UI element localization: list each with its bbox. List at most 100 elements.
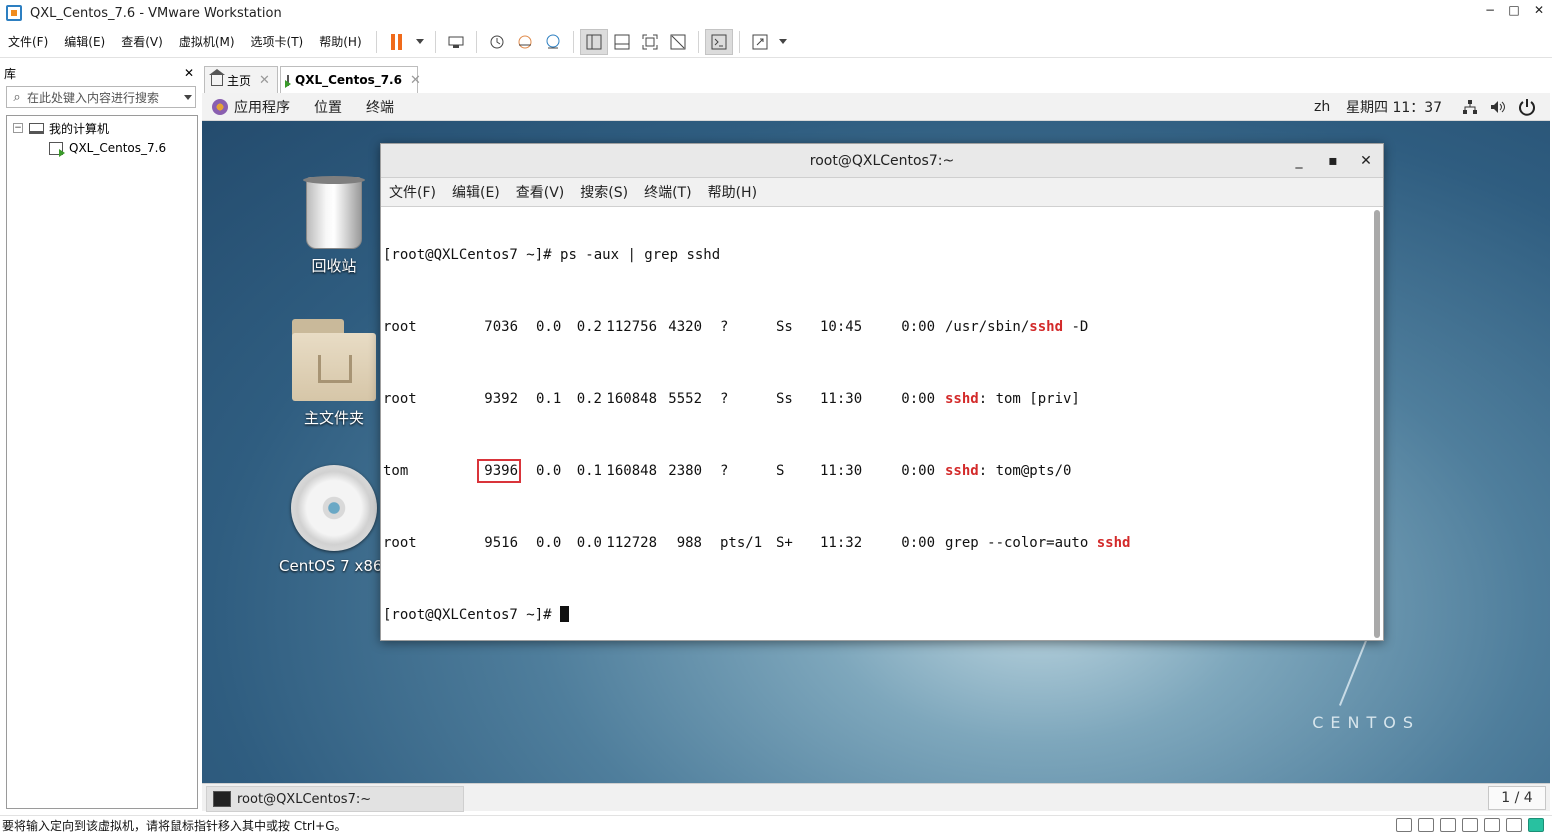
menu-vm[interactable]: 虚拟机(M) [171, 33, 243, 50]
status-bar: 要将输入定向到该虚拟机，请将鼠标指针移入其中或按 Ctrl+G。 [0, 815, 1552, 835]
chevron-down-icon [778, 39, 787, 44]
proc-time: 0:00 [901, 535, 935, 551]
power-dropdown[interactable] [411, 29, 429, 55]
network-adapter-icon[interactable] [1440, 818, 1456, 832]
chevron-down-icon [184, 94, 192, 100]
workspace-switcher[interactable]: 1 / 4 [1488, 786, 1546, 810]
display-icon[interactable] [1506, 818, 1522, 832]
desktop-icon-home-folder[interactable]: 主文件夹 [279, 319, 389, 428]
snapshot-manager-button[interactable] [539, 29, 567, 55]
proc-command-prefix: /usr/sbin/ [945, 319, 1030, 335]
gnome-applications-menu[interactable]: 应用程序 [234, 97, 290, 117]
proc-start: 11:30 [820, 463, 863, 479]
fullscreen-icon [642, 34, 658, 49]
toolbar-divider [475, 30, 477, 53]
proc-command-suffix: -D [1063, 319, 1089, 335]
grep-match: sshd [945, 391, 979, 407]
pause-button[interactable] [383, 29, 411, 55]
cdrom-icon[interactable] [1418, 818, 1434, 832]
tab-close-icon[interactable]: ✕ [259, 73, 270, 88]
menu-tabs[interactable]: 选项卡(T) [243, 33, 312, 50]
terminal-window[interactable]: root@QXLCentos7:~ _ ▪ ✕ 文件(F) 编辑(E) 查看(V… [380, 143, 1384, 641]
terminal-close-button[interactable]: ✕ [1354, 144, 1378, 178]
terminal-menu-file[interactable]: 文件(F) [381, 182, 444, 202]
console-view-button[interactable] [704, 28, 733, 55]
grep-match: sshd [1096, 535, 1131, 551]
proc-vsz: 160848 [606, 391, 657, 407]
desktop-icon-trash[interactable]: 回收站 [279, 176, 389, 276]
terminal-title-bar[interactable]: root@QXLCentos7:~ _ ▪ ✕ [381, 144, 1383, 178]
terminal-menu-view[interactable]: 查看(V) [508, 182, 573, 202]
gnome-terminal-menu[interactable]: 终端 [366, 97, 394, 117]
stretch-dropdown[interactable] [774, 29, 792, 55]
tree-item-label: QXL_Centos_7.6 [69, 141, 167, 155]
window-title: QXL_Centos_7.6 - VMware Workstation [30, 5, 282, 21]
library-search-field[interactable]: ⌕ 在此处键入内容进行搜索 [6, 86, 196, 108]
menu-file[interactable]: 文件(F) [0, 33, 56, 50]
proc-mem: 0.2 [576, 391, 602, 407]
gnome-places-menu[interactable]: 位置 [314, 97, 342, 117]
tab-strip: 主页 ✕ QXL_Centos_7.6 ✕ [204, 66, 421, 93]
computer-icon [29, 122, 44, 134]
proc-stat: S [776, 463, 785, 479]
revert-snapshot-button[interactable] [511, 29, 539, 55]
proc-cpu: 0.0 [536, 463, 562, 479]
minimize-button[interactable]: − [1478, 3, 1502, 17]
power-icon[interactable] [1518, 98, 1536, 116]
show-library-button[interactable] [579, 28, 608, 55]
device-status-icons [1396, 818, 1544, 832]
proc-stat: Ss [776, 319, 793, 335]
maximize-button[interactable]: □ [1502, 3, 1526, 17]
terminal-menu-help[interactable]: 帮助(H) [700, 182, 765, 202]
menu-edit[interactable]: 编辑(E) [56, 33, 113, 50]
vmware-logo-icon [6, 5, 22, 21]
menu-help[interactable]: 帮助(H) [311, 33, 369, 50]
terminal-minimize-button[interactable]: _ [1287, 144, 1311, 178]
tree-item-my-computer[interactable]: − 我的计算机 [7, 118, 197, 138]
input-language[interactable]: zh [1314, 99, 1330, 115]
toolbar-divider [572, 30, 574, 53]
window-title-bar: QXL_Centos_7.6 - VMware Workstation − □ … [0, 0, 1552, 26]
collapse-toggle-icon[interactable]: − [13, 123, 23, 133]
taskbar-terminal-button[interactable]: root@QXLCentos7:~ [206, 786, 464, 812]
library-tree: − 我的计算机 QXL_Centos_7.6 [6, 115, 198, 809]
unity-button[interactable] [664, 29, 692, 55]
terminal-command-line: [root@QXLCentos7 ~]# ps -aux | grep sshd [383, 246, 1371, 264]
terminal-menu-edit[interactable]: 编辑(E) [444, 182, 508, 202]
terminal-maximize-button[interactable]: ▪ [1321, 144, 1345, 178]
terminal-menu-terminal[interactable]: 终端(T) [636, 182, 699, 202]
desktop-icon-cdrom[interactable]: CentOS 7 x86_6 [279, 465, 400, 575]
proc-tty: ? [720, 391, 729, 407]
terminal-menu-search[interactable]: 搜索(S) [572, 182, 636, 202]
tab-close-icon[interactable]: ✕ [410, 73, 421, 88]
volume-icon[interactable] [1490, 99, 1506, 115]
tree-item-vm[interactable]: QXL_Centos_7.6 [7, 138, 197, 158]
library-close-icon[interactable]: ✕ [184, 66, 194, 80]
full-screen-button[interactable] [636, 29, 664, 55]
thumbnail-bar-button[interactable] [608, 29, 636, 55]
proc-cpu: 0.0 [536, 535, 562, 551]
snapshot-button[interactable] [483, 29, 511, 55]
stretch-guest-button[interactable] [746, 29, 774, 55]
hard-disk-icon[interactable] [1396, 818, 1412, 832]
tab-vm[interactable]: QXL_Centos_7.6 ✕ [280, 66, 421, 93]
send-ctrl-alt-del-button[interactable] [442, 29, 470, 55]
library-search-input[interactable]: 在此处键入内容进行搜索 [27, 89, 181, 106]
terminal-output[interactable]: [root@QXLCentos7 ~]# ps -aux | grep sshd… [381, 208, 1371, 640]
message-log-icon[interactable] [1528, 818, 1544, 832]
clock[interactable]: 星期四 11：37 [1346, 97, 1442, 117]
terminal-scrollbar[interactable] [1374, 210, 1380, 638]
printer-icon[interactable] [1484, 818, 1500, 832]
trash-icon [303, 176, 365, 249]
menu-view[interactable]: 查看(V) [113, 33, 171, 50]
search-dropdown[interactable] [181, 94, 195, 100]
usb-icon[interactable] [1462, 818, 1478, 832]
proc-start: 11:30 [820, 391, 863, 407]
toolbar-divider [697, 30, 699, 53]
tab-home[interactable]: 主页 ✕ [204, 66, 278, 93]
network-icon[interactable] [1462, 99, 1478, 115]
menu-toolbar: 文件(F) 编辑(E) 查看(V) 虚拟机(M) 选项卡(T) 帮助(H) [0, 26, 1552, 58]
proc-command: grep --color=auto sshd [945, 534, 1130, 552]
vm-display[interactable]: 应用程序 位置 终端 zh 星期四 11：37 回收站 主文件夹 CentOS … [202, 93, 1550, 783]
close-button[interactable]: ✕ [1527, 3, 1551, 17]
